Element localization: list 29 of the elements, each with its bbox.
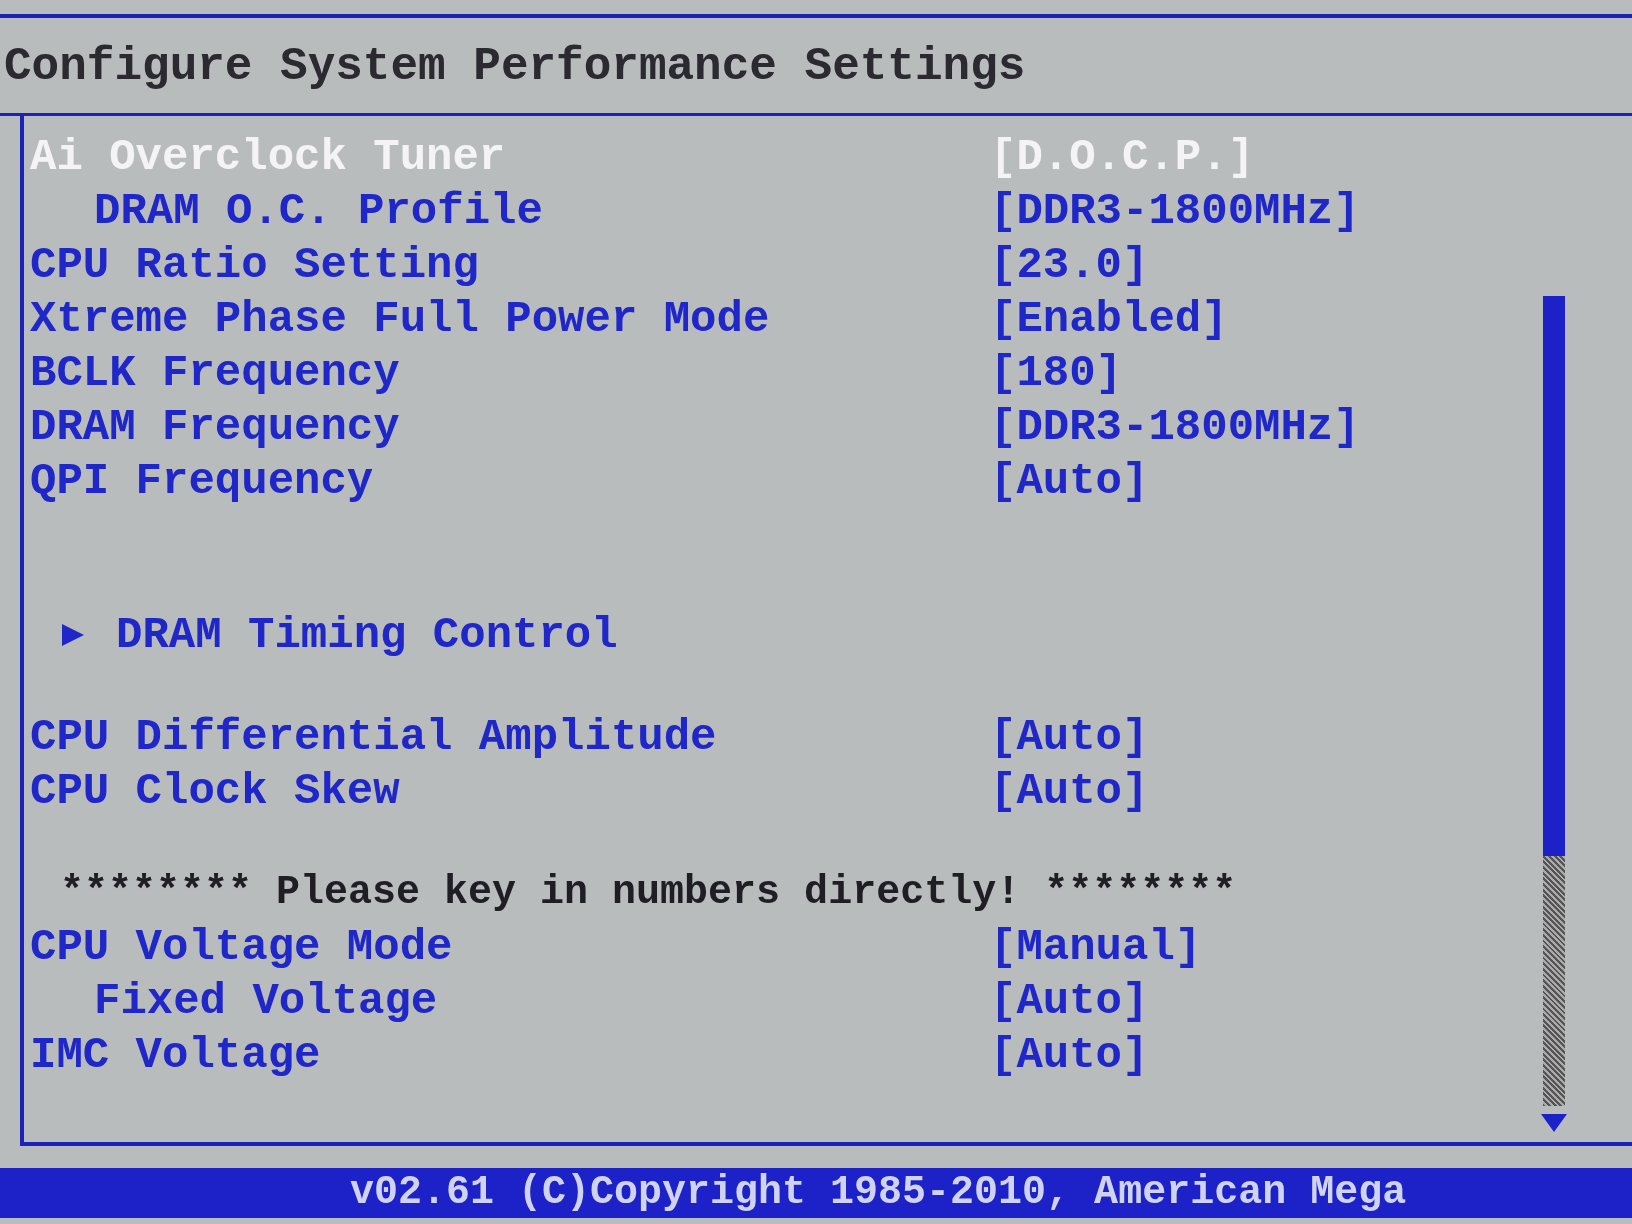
setting-value[interactable]: [Enabled] bbox=[990, 292, 1228, 347]
setting-label[interactable]: Fixed Voltage bbox=[30, 974, 990, 1029]
setting-label[interactable]: DRAM Frequency bbox=[30, 400, 990, 455]
setting-label[interactable]: CPU Voltage Mode bbox=[30, 920, 990, 975]
setting-label[interactable]: DRAM O.C. Profile bbox=[30, 184, 990, 239]
setting-value[interactable]: [Manual] bbox=[990, 920, 1202, 975]
setting-label[interactable]: CPU Clock Skew bbox=[30, 764, 990, 819]
setting-value[interactable]: [Auto] bbox=[990, 974, 1149, 1029]
setting-value[interactable]: [Auto] bbox=[990, 1028, 1149, 1083]
screen-title: Configure System Performance Settings bbox=[0, 18, 1632, 117]
setting-label[interactable]: CPU Differential Amplitude bbox=[30, 710, 990, 765]
setting-value[interactable]: [23.0] bbox=[990, 238, 1149, 293]
setting-label[interactable]: BCLK Frequency bbox=[30, 346, 990, 401]
copyright-footer: v02.61 (C)Copyright 1985-2010, American Mega bbox=[0, 1168, 1632, 1218]
setting-value[interactable]: [180] bbox=[990, 346, 1123, 401]
instruction-note: ******** Please key in numbers directly! ******** bbox=[59, 869, 1238, 918]
submenu-item[interactable]: DRAM Timing Control bbox=[116, 608, 618, 663]
setting-value[interactable]: [Auto] bbox=[990, 710, 1149, 765]
setting-label[interactable]: QPI Frequency bbox=[30, 454, 990, 509]
submenu-arrow-icon bbox=[60, 622, 86, 649]
setting-value[interactable]: [Auto] bbox=[990, 764, 1149, 819]
setting-label[interactable]: CPU Ratio Setting bbox=[30, 238, 990, 293]
setting-value[interactable]: [DDR3-1800MHz] bbox=[990, 184, 1360, 239]
setting-label[interactable]: IMC Voltage bbox=[30, 1028, 990, 1083]
setting-value[interactable]: [Auto] bbox=[990, 454, 1149, 509]
scroll-thumb[interactable] bbox=[1543, 296, 1565, 857]
scroll-down-icon[interactable] bbox=[1541, 1114, 1567, 1134]
setting-value[interactable]: [DDR3-1800MHz] bbox=[990, 400, 1360, 455]
setting-label[interactable]: Xtreme Phase Full Power Mode bbox=[30, 292, 990, 347]
